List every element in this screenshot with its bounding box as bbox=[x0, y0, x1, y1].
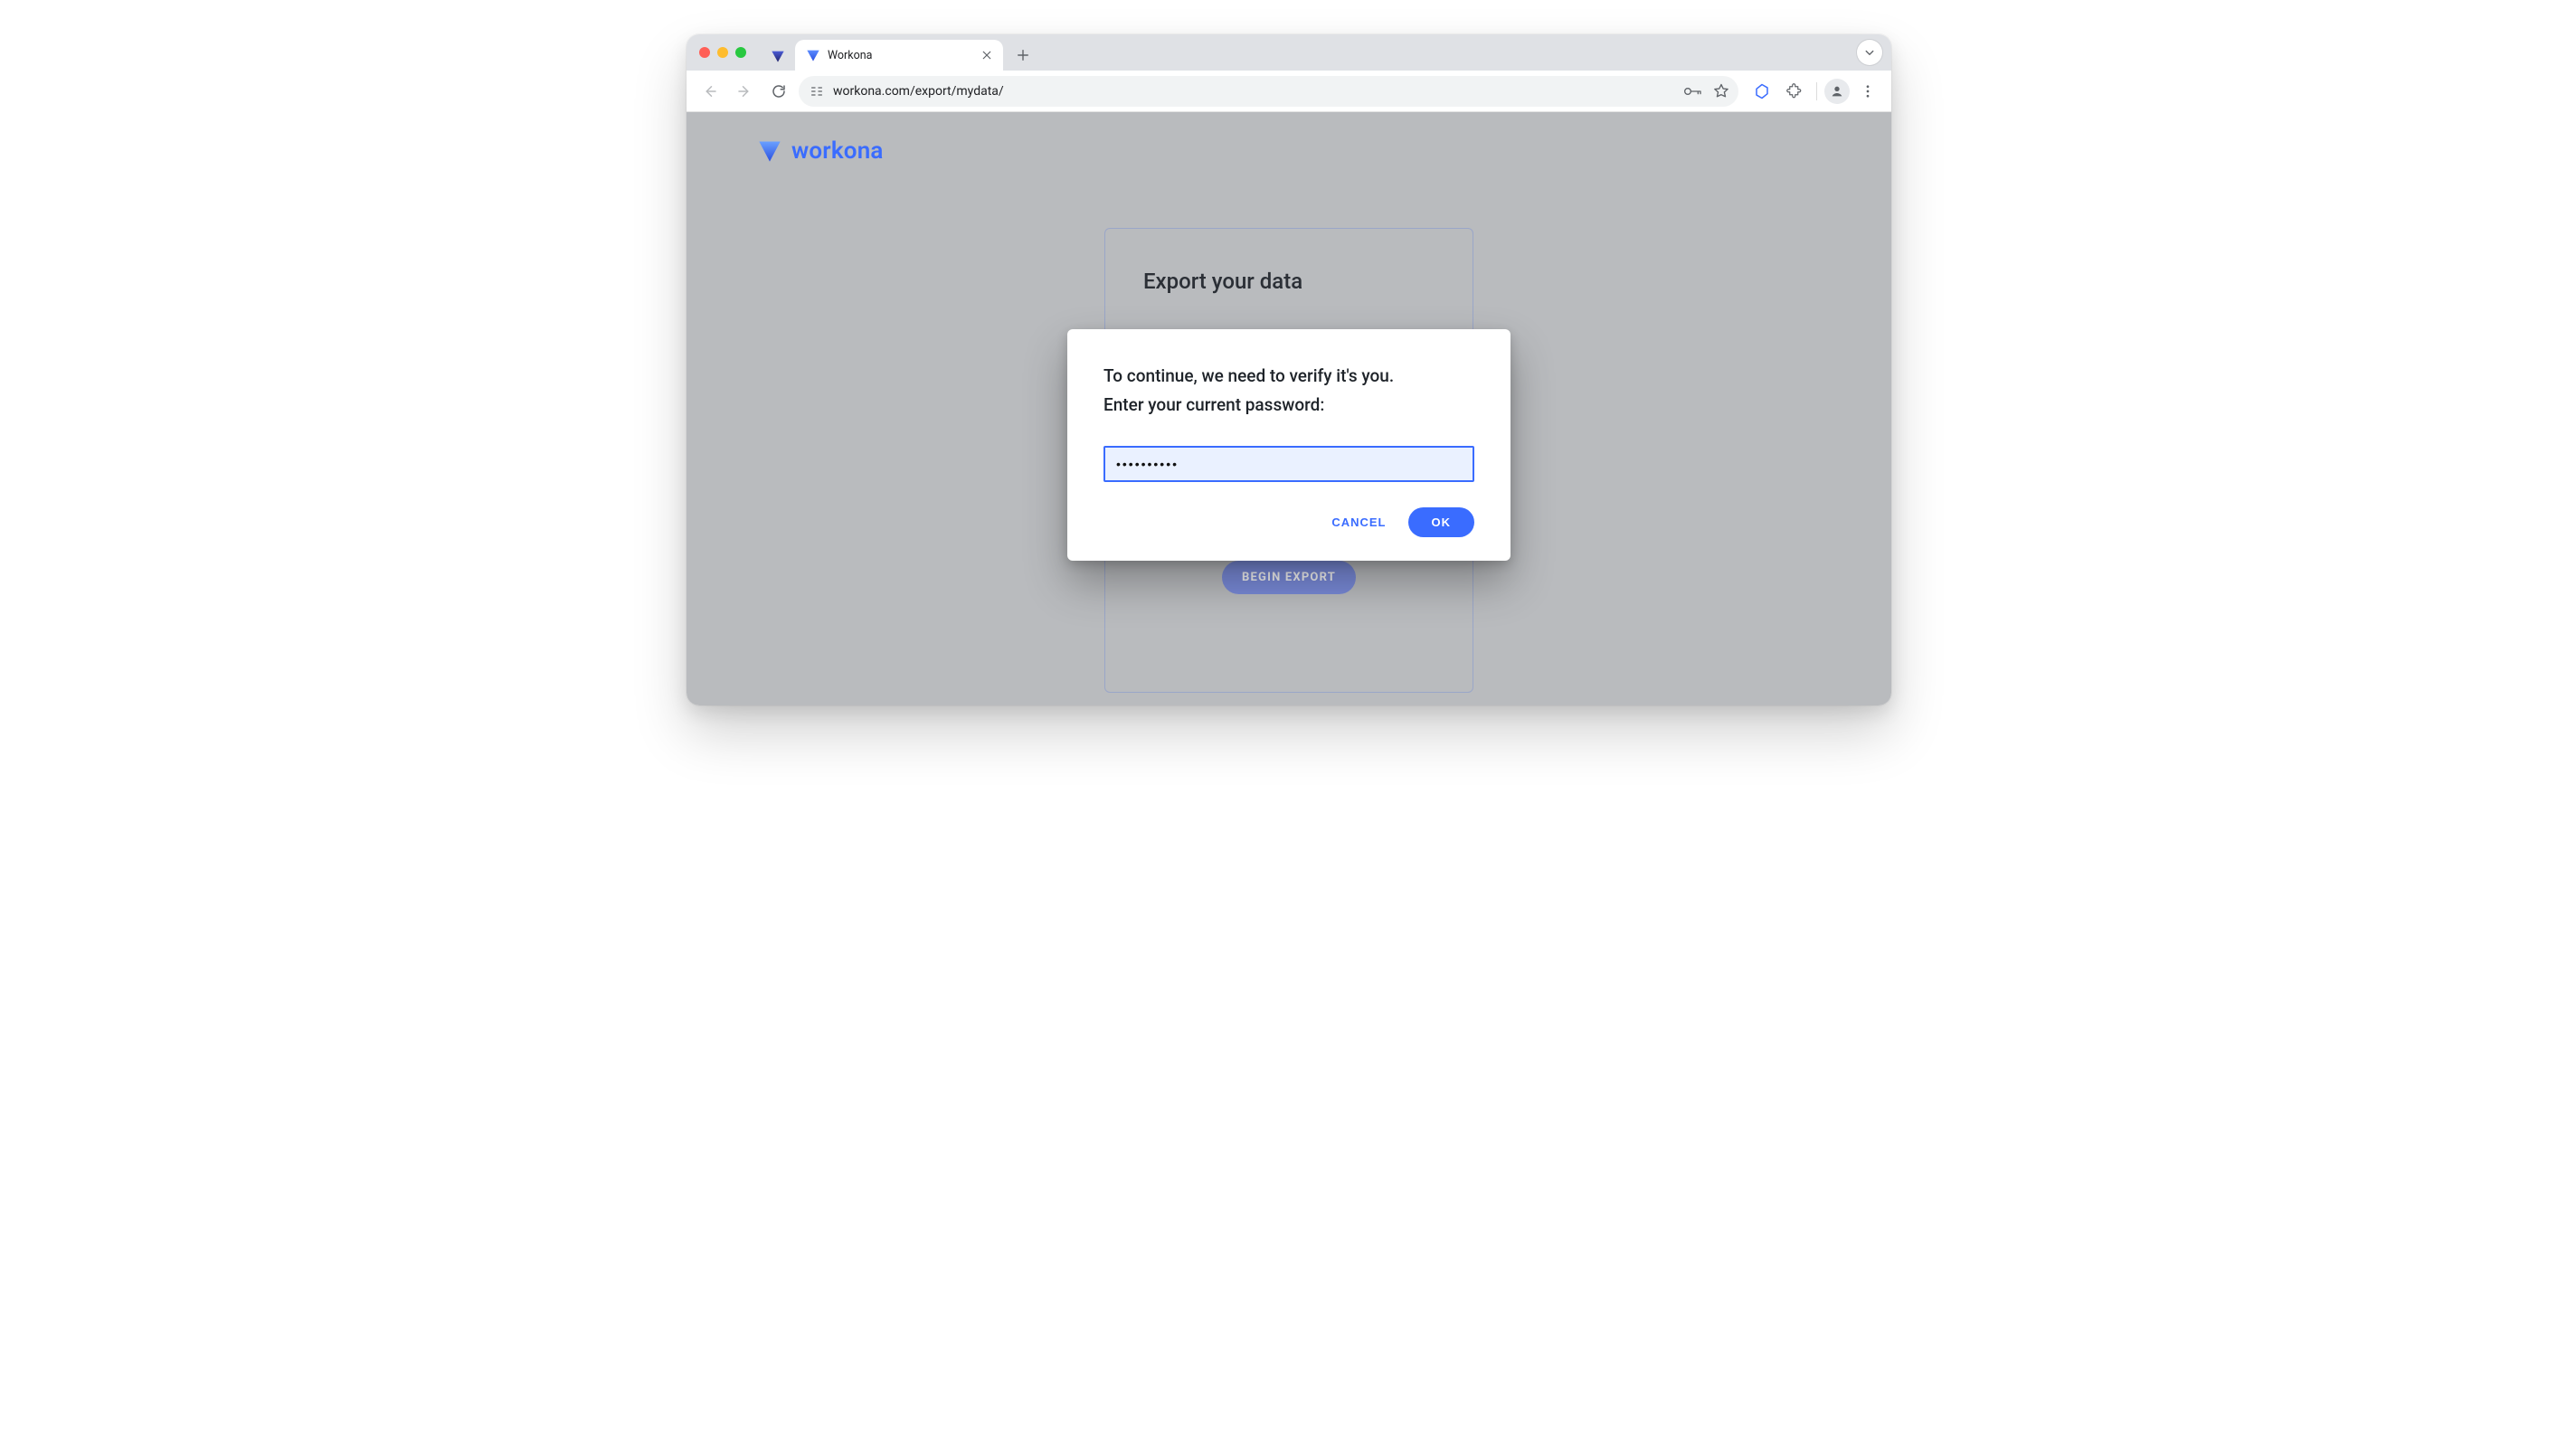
extensions-menu-button[interactable] bbox=[1780, 77, 1809, 106]
brand-name: workona bbox=[791, 137, 884, 165]
dialog-message: To continue, we need to verify it's you.… bbox=[1103, 362, 1474, 421]
plus-icon bbox=[1017, 49, 1029, 61]
tab-active[interactable]: Workona bbox=[795, 40, 1003, 71]
window-controls bbox=[699, 34, 762, 71]
window-close-button[interactable] bbox=[699, 47, 710, 58]
page-viewport: workona Export your data BEGIN EXPORT To… bbox=[687, 112, 1891, 705]
tab-title: Workona bbox=[828, 49, 972, 62]
workona-icon bbox=[806, 48, 820, 62]
kebab-icon bbox=[1860, 83, 1876, 99]
window-minimize-button[interactable] bbox=[717, 47, 728, 58]
separator bbox=[1816, 82, 1817, 100]
workona-logo-icon bbox=[757, 138, 782, 164]
person-icon bbox=[1830, 84, 1844, 99]
reload-icon bbox=[771, 83, 787, 99]
url-text: workona.com/export/mydata/ bbox=[833, 84, 1675, 99]
dialog-message-line1: To continue, we need to verify it's you. bbox=[1103, 365, 1394, 386]
password-key-icon[interactable] bbox=[1684, 85, 1702, 98]
password-input[interactable] bbox=[1103, 446, 1474, 482]
card-title: Export your data bbox=[1143, 269, 1435, 294]
toolbar: workona.com/export/mydata/ bbox=[687, 71, 1891, 112]
workona-icon bbox=[771, 49, 785, 63]
tab-search-button[interactable] bbox=[1857, 40, 1882, 65]
tab-close-button[interactable] bbox=[980, 48, 994, 62]
extension-button[interactable] bbox=[1747, 77, 1776, 106]
chevron-down-icon bbox=[1864, 47, 1875, 58]
arrow-left-icon bbox=[702, 83, 718, 99]
reload-button[interactable] bbox=[764, 77, 793, 106]
window-maximize-button[interactable] bbox=[735, 47, 746, 58]
verify-password-dialog: To continue, we need to verify it's you.… bbox=[1067, 329, 1511, 561]
puzzle-icon bbox=[1786, 83, 1803, 99]
new-tab-button[interactable] bbox=[1010, 43, 1036, 68]
close-icon bbox=[981, 50, 992, 61]
begin-export-button[interactable]: BEGIN EXPORT bbox=[1222, 561, 1356, 594]
chrome-menu-button[interactable] bbox=[1853, 77, 1882, 106]
cancel-button[interactable]: CANCEL bbox=[1331, 515, 1386, 529]
ok-button[interactable]: OK bbox=[1408, 507, 1475, 537]
brand-header: workona bbox=[757, 137, 884, 165]
forward-button[interactable] bbox=[730, 77, 759, 106]
hexagon-icon bbox=[1754, 83, 1770, 99]
profile-button[interactable] bbox=[1824, 79, 1850, 104]
address-bar[interactable]: workona.com/export/mydata/ bbox=[799, 76, 1738, 107]
pinned-tab-workona[interactable] bbox=[762, 42, 793, 71]
back-button[interactable] bbox=[696, 77, 724, 106]
browser-window: Workona bbox=[687, 34, 1891, 705]
bookmark-star-icon[interactable] bbox=[1713, 83, 1729, 99]
dialog-message-line2: Enter your current password: bbox=[1103, 394, 1324, 415]
tab-strip: Workona bbox=[687, 34, 1891, 71]
site-settings-icon bbox=[810, 84, 824, 99]
arrow-right-icon bbox=[736, 83, 753, 99]
